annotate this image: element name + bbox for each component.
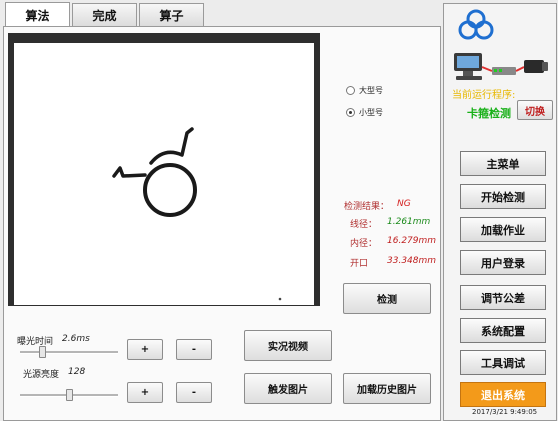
datetime-display: 2017/3/21 9:49:05 [472, 408, 538, 416]
start-detection-button[interactable]: 开始检测 [460, 184, 546, 209]
system-config-button[interactable]: 系统配置 [460, 318, 546, 343]
brightness-value: 128 [68, 367, 86, 377]
adjust-tolerance-button[interactable]: 调节公差 [460, 285, 546, 310]
exposure-increase-button[interactable]: + [127, 339, 163, 360]
current-program-name: 卡箍检测 [467, 107, 511, 120]
brightness-slider-thumb[interactable] [66, 389, 73, 401]
brightness-increase-button[interactable]: + [127, 382, 163, 403]
exit-system-button[interactable]: 退出系统 [460, 382, 546, 407]
radio-large-indicator[interactable] [346, 86, 355, 95]
inner-diameter-value: 16.279mm [387, 236, 437, 246]
radio-small-model[interactable]: 小型号 [346, 107, 383, 118]
radio-small-indicator[interactable] [346, 108, 355, 117]
wire-diameter-label: 线径： [350, 220, 378, 230]
side-panel: 当前运行程序: 卡箍检测 切换 主菜单 开始检测 加载作业 用户登录 调节公差 … [443, 3, 557, 421]
current-program-label: 当前运行程序: [452, 90, 516, 101]
load-job-button[interactable]: 加载作业 [460, 217, 546, 242]
algorithm-panel: 大型号 小型号 检测结果： NG 线径： 1.261mm 内径： 16.279m… [3, 26, 441, 421]
inner-diameter-label: 内径： [350, 239, 378, 249]
live-video-button[interactable]: 实况视频 [244, 330, 332, 361]
radio-small-label: 小型号 [359, 108, 383, 117]
tool-debug-button[interactable]: 工具调试 [460, 350, 546, 375]
radio-large-model[interactable]: 大型号 [346, 85, 383, 96]
brightness-decrease-button[interactable]: - [176, 382, 212, 403]
load-history-image-button[interactable]: 加载历史图片 [343, 373, 431, 404]
wire-diameter-value: 1.261mm [387, 217, 431, 227]
main-menu-button[interactable]: 主菜单 [460, 151, 546, 176]
tab-algorithm[interactable]: 算法 [5, 2, 70, 27]
trigger-image-button[interactable]: 触发图片 [244, 373, 332, 404]
opening-label: 开口 [350, 259, 369, 269]
switch-program-button[interactable]: 切换 [517, 100, 553, 120]
exposure-slider-track[interactable] [20, 351, 118, 354]
computer-camera-network-icon [454, 53, 548, 80]
camera-image [14, 43, 314, 305]
tab-complete[interactable]: 完成 [72, 3, 137, 26]
result-status-label: 检测结果： [344, 202, 390, 212]
exposure-slider-thumb[interactable] [38, 346, 46, 358]
exposure-value: 2.6ms [62, 334, 90, 344]
exposure-decrease-button[interactable]: - [176, 339, 212, 360]
opening-value: 33.348mm [387, 256, 437, 266]
exposure-label: 曝光时间 [17, 337, 54, 347]
detect-button[interactable]: 检测 [343, 283, 431, 314]
result-status-value: NG [397, 199, 411, 209]
three-rings-logo-icon [458, 9, 494, 40]
clamp-image-icon [112, 127, 282, 301]
user-login-button[interactable]: 用户登录 [460, 250, 546, 275]
tab-operator[interactable]: 算子 [139, 3, 204, 26]
image-viewer [8, 33, 320, 306]
tab-bar: 算法 完成 算子 [5, 2, 206, 27]
radio-large-label: 大型号 [359, 86, 383, 95]
brightness-label: 光源亮度 [23, 370, 60, 380]
